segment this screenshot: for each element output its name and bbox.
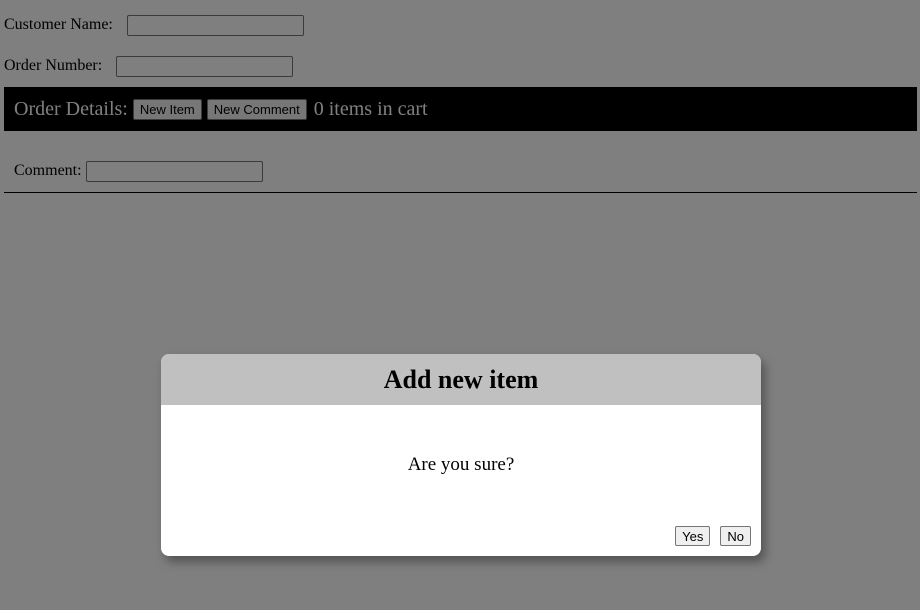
dialog-message: Are you sure? bbox=[407, 454, 515, 475]
dialog-title: Add new item bbox=[161, 354, 761, 405]
dialog-footer: Yes No bbox=[675, 526, 751, 546]
no-button[interactable]: No bbox=[720, 526, 751, 546]
add-item-dialog: Add new item Are you sure? Yes No bbox=[161, 354, 761, 556]
yes-button[interactable]: Yes bbox=[675, 526, 711, 546]
